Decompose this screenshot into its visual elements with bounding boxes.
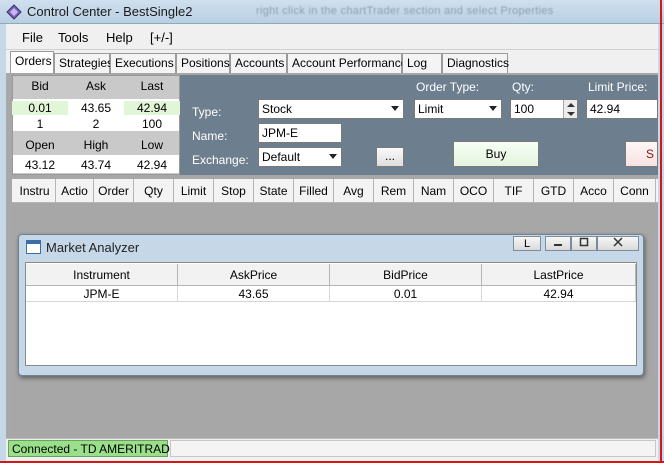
link-button[interactable]: L xyxy=(513,236,541,251)
quote-ask-size: 2 xyxy=(92,117,100,131)
column-header[interactable]: Rem xyxy=(374,179,414,203)
name-input[interactable]: JPM-E xyxy=(258,123,342,143)
chevron-down-icon xyxy=(391,106,399,111)
qty-value: 100 xyxy=(514,102,535,116)
window-icon xyxy=(26,240,41,254)
quote-open-value: 43.12 xyxy=(24,158,56,172)
tab-account-performance[interactable]: Account Performance xyxy=(287,53,407,73)
tab-strip: Orders Strategies Executions Positions A… xyxy=(6,50,658,73)
column-header-lastprice[interactable]: LastPrice xyxy=(482,264,636,286)
order-type-value: Limit xyxy=(418,102,444,116)
close-button[interactable] xyxy=(597,236,639,251)
quote-header-open: Open xyxy=(25,138,55,152)
annotation-border-right xyxy=(660,0,662,463)
column-header[interactable]: Stop xyxy=(214,179,254,203)
minimize-button[interactable] xyxy=(545,236,571,251)
tab-orders[interactable]: Orders xyxy=(10,51,54,73)
order-type-label: Order Type: xyxy=(416,80,480,94)
column-header[interactable]: Filled xyxy=(294,179,334,203)
quote-header-ask: Ask xyxy=(85,79,106,93)
column-header[interactable]: State xyxy=(254,179,294,203)
quote-header-last: Last xyxy=(140,79,164,93)
column-header[interactable]: Qty xyxy=(134,179,174,203)
connection-status: Connected - TD AMERITRADE xyxy=(8,440,178,457)
column-header[interactable]: Order xyxy=(94,179,134,203)
column-header[interactable]: Nam xyxy=(414,179,454,203)
chevron-down-icon xyxy=(329,154,337,159)
limit-price-label: Limit Price: xyxy=(588,80,648,94)
menu-bar: File Tools Help [+/-] xyxy=(6,24,658,50)
tab-log[interactable]: Log xyxy=(402,53,442,73)
quote-last-size: 100 xyxy=(141,117,163,131)
tab-positions[interactable]: Positions xyxy=(176,53,230,73)
qty-input[interactable]: 100 xyxy=(510,99,578,119)
quote-last-price: 42.94 xyxy=(124,101,180,115)
arrow-up-icon xyxy=(567,103,575,107)
quote-bid-price: 0.01 xyxy=(12,101,68,115)
quote-low-value: 42.94 xyxy=(136,158,168,172)
exchange-label: Exchange: xyxy=(192,153,249,167)
tab-executions[interactable]: Executions xyxy=(110,53,176,73)
cell-askprice[interactable]: 43.65 xyxy=(178,286,330,302)
column-header[interactable]: Acco xyxy=(574,179,614,203)
qty-label: Qty: xyxy=(512,80,535,94)
sell-button[interactable]: S xyxy=(625,141,658,167)
exchange-value: Default xyxy=(262,150,301,164)
minimize-icon xyxy=(554,244,562,246)
column-header[interactable]: GTD xyxy=(534,179,574,203)
buy-button[interactable]: Buy xyxy=(453,141,539,167)
maximize-icon xyxy=(579,237,589,247)
column-header[interactable]: Avg xyxy=(334,179,374,203)
tab-accounts[interactable]: Accounts xyxy=(230,53,287,73)
type-value: Stock xyxy=(262,102,293,116)
column-header[interactable]: Instru xyxy=(14,179,56,203)
exchange-select[interactable]: Default xyxy=(258,147,342,167)
order-type-select[interactable]: Limit xyxy=(414,99,502,119)
column-header[interactable]: Conn xyxy=(614,179,656,203)
quote-high-value: 43.74 xyxy=(80,158,112,172)
maximize-button[interactable] xyxy=(571,236,597,251)
column-header-askprice[interactable]: AskPrice xyxy=(178,264,330,286)
status-bar-panel xyxy=(170,440,656,457)
limit-price-input[interactable]: 42.94 xyxy=(586,99,658,119)
orders-grid-header: Instru Actio Order Qty Limit Stop State … xyxy=(12,179,658,203)
name-label: Name: xyxy=(192,129,228,143)
menu-toggle-expand[interactable]: [+/-] xyxy=(150,30,173,45)
column-header[interactable]: TIF xyxy=(494,179,534,203)
window-frame-left xyxy=(0,24,6,463)
column-header-bidprice[interactable]: BidPrice xyxy=(330,264,482,286)
title-bar[interactable]: Control Center - BestSingle2 right click… xyxy=(0,0,664,24)
column-header[interactable]: Actio xyxy=(56,179,94,203)
quote-header-high: High xyxy=(83,138,109,152)
menu-file[interactable]: File xyxy=(22,30,43,45)
quote-bid-size: 1 xyxy=(36,117,44,131)
arrow-down-icon xyxy=(567,112,575,116)
column-header-instrument[interactable]: Instrument xyxy=(26,264,178,286)
cell-lastprice[interactable]: 42.94 xyxy=(482,286,636,302)
menu-tools[interactable]: Tools xyxy=(58,30,88,45)
column-header[interactable]: OCO xyxy=(454,179,494,203)
tab-strategies[interactable]: Strategies xyxy=(54,53,113,73)
cell-bidprice[interactable]: 0.01 xyxy=(330,286,482,302)
quote-header-low: Low xyxy=(140,138,163,152)
column-header[interactable]: Limit xyxy=(174,179,214,203)
tab-diagnostics[interactable]: Diagnostics xyxy=(442,53,509,73)
app-icon xyxy=(6,4,22,20)
market-analyzer-title: Market Analyzer xyxy=(46,240,140,255)
cell-instrument[interactable]: JPM-E xyxy=(26,286,178,302)
menu-help[interactable]: Help xyxy=(106,30,133,45)
instrument-browse-button[interactable]: ... xyxy=(376,147,404,167)
type-label: Type: xyxy=(192,105,222,119)
blurred-caption: right click in the chartTrader section a… xyxy=(256,5,554,17)
qty-stepper[interactable] xyxy=(563,100,577,118)
window-title: Control Center - BestSingle2 xyxy=(27,4,193,19)
close-icon xyxy=(613,237,623,247)
quote-ask-price: 43.65 xyxy=(80,101,112,115)
type-select[interactable]: Stock xyxy=(258,99,404,119)
quote-header-bid: Bid xyxy=(31,79,49,93)
chevron-down-icon xyxy=(489,106,497,111)
